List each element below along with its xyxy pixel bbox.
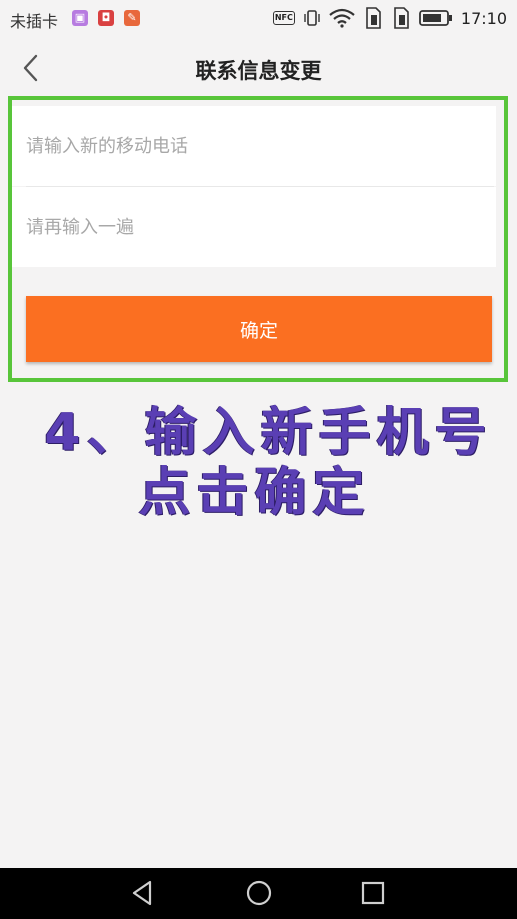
confirm-button[interactable]: 确定 bbox=[26, 296, 492, 362]
annotation-line-2: 点击确定 bbox=[138, 463, 371, 523]
new-phone-input[interactable] bbox=[12, 106, 496, 186]
form-spacer bbox=[12, 267, 496, 296]
battery-icon bbox=[418, 10, 452, 26]
carrier-text: 未插卡 bbox=[10, 12, 59, 31]
status-icons: NFC 17:10 bbox=[272, 7, 507, 29]
navigation-bar bbox=[0, 868, 517, 919]
nav-back-icon[interactable] bbox=[128, 878, 158, 908]
clock-time: 17:10 bbox=[460, 8, 507, 28]
vibrate-icon bbox=[304, 10, 320, 26]
status-bar: 未插卡 ▣ ◘ ✎ NFC 17:10 bbox=[0, 0, 517, 38]
sim-blocked-icon-2 bbox=[394, 7, 409, 29]
nav-home-icon[interactable] bbox=[244, 878, 274, 908]
confirm-phone-input[interactable] bbox=[12, 187, 496, 267]
red-app-icon: ◘ bbox=[98, 10, 114, 26]
nfc-icon: NFC bbox=[272, 11, 295, 25]
page-header: 联系信息变更 bbox=[0, 38, 517, 100]
orange-app-icon: ✎ bbox=[124, 10, 140, 26]
sim-blocked-icon-1 bbox=[366, 7, 381, 29]
wifi-icon bbox=[329, 8, 355, 28]
photo-app-icon: ▣ bbox=[72, 10, 88, 26]
nav-recents-icon[interactable] bbox=[358, 878, 388, 908]
page-title: 联系信息变更 bbox=[195, 59, 322, 83]
